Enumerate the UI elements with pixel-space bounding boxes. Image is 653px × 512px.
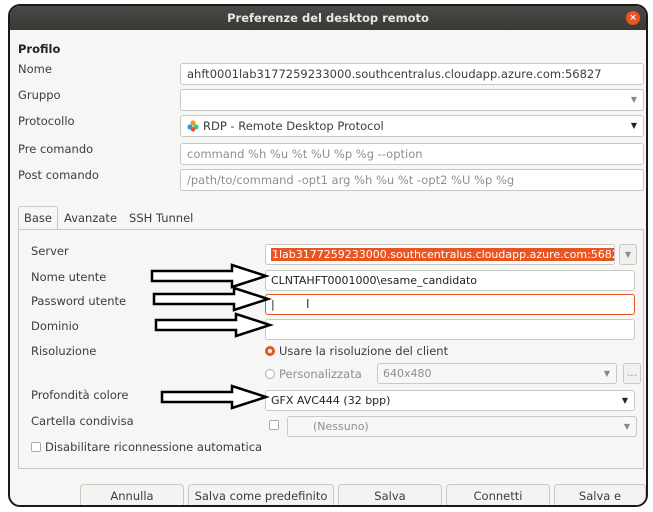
protocol-label: Protocollo bbox=[18, 114, 75, 128]
cancel-button[interactable]: Annulla bbox=[80, 484, 184, 505]
server-value: 1lab3177259233000.southcentralus.cloudap… bbox=[271, 248, 614, 261]
save-connect-button[interactable]: Salva e connetti bbox=[554, 484, 646, 505]
shared-folder-value: (Nessuno) bbox=[313, 420, 369, 433]
resolution-custom-select[interactable]: 640x480 ▼ bbox=[377, 363, 617, 384]
chevron-down-icon: ▼ bbox=[603, 369, 610, 378]
username-input[interactable]: CLNTAHFT0001000\esame_candidato bbox=[265, 270, 635, 291]
precommand-label: Pre comando bbox=[18, 142, 94, 156]
postcommand-input[interactable]: /path/to/command -opt1 arg %h %u %t -opt… bbox=[180, 169, 644, 191]
color-depth-label: Profondità colore bbox=[31, 388, 129, 402]
tab-bar: Base Avanzate SSH Tunnel bbox=[18, 206, 199, 230]
group-combo[interactable]: ▼ bbox=[180, 89, 644, 111]
password-input[interactable]: | I bbox=[265, 294, 635, 315]
disable-reconnect-checkbox[interactable]: Disabilitare riconnessione automatica bbox=[31, 440, 262, 454]
radio-unselected-icon bbox=[265, 369, 275, 379]
close-icon[interactable]: × bbox=[626, 11, 640, 25]
resolution-custom-label: Personalizzata bbox=[279, 367, 362, 381]
ibeam-cursor-icon: I bbox=[306, 297, 310, 311]
protocol-value: RDP - Remote Desktop Protocol bbox=[203, 119, 384, 133]
resolution-more-button[interactable]: ... bbox=[623, 363, 641, 384]
chevron-down-icon: ▼ bbox=[630, 121, 637, 130]
username-label: Nome utente bbox=[31, 270, 107, 284]
name-label: Nome bbox=[18, 62, 52, 76]
server-label: Server bbox=[31, 244, 69, 258]
tab-base[interactable]: Base bbox=[18, 206, 59, 230]
checkbox-icon bbox=[269, 420, 279, 430]
resolution-client-label: Usare la risoluzione del client bbox=[279, 344, 449, 358]
postcommand-label: Post comando bbox=[18, 168, 99, 182]
save-button[interactable]: Salva bbox=[338, 484, 442, 505]
profile-section-label: Profilo bbox=[18, 42, 61, 56]
tab-advanced[interactable]: Avanzate bbox=[58, 206, 123, 230]
disable-reconnect-label: Disabilitare riconnessione automatica bbox=[45, 440, 263, 454]
resolution-custom-radio[interactable]: Personalizzata bbox=[265, 367, 362, 381]
resolution-label: Risoluzione bbox=[31, 344, 97, 358]
color-depth-select[interactable]: GFX AVC444 (32 bpp) ▼ bbox=[265, 390, 635, 411]
domain-input[interactable] bbox=[265, 319, 635, 340]
annotation-arrow-icon bbox=[160, 384, 270, 410]
shared-folder-select[interactable]: (Nessuno) ▼ bbox=[287, 416, 637, 437]
resolution-client-radio[interactable]: Usare la risoluzione del client bbox=[265, 344, 448, 358]
radio-selected-icon bbox=[265, 346, 275, 356]
checkbox-icon bbox=[31, 442, 41, 452]
shared-folder-label: Cartella condivisa bbox=[31, 414, 134, 428]
window-title: Preferenze del desktop remoto bbox=[227, 11, 429, 25]
server-history-button[interactable]: ▼ bbox=[619, 244, 637, 265]
chevron-down-icon: ▼ bbox=[621, 396, 628, 405]
annotation-arrow-icon bbox=[154, 312, 274, 338]
password-label: Password utente bbox=[31, 294, 127, 308]
shared-folder-checkbox[interactable] bbox=[269, 418, 283, 432]
resolution-custom-value: 640x480 bbox=[383, 367, 432, 380]
title-bar: Preferenze del desktop remoto × bbox=[10, 6, 646, 30]
preferences-window: Preferenze del desktop remoto × Profilo … bbox=[8, 4, 648, 507]
name-input[interactable]: ahft0001lab3177259233000.southcentralus.… bbox=[180, 63, 644, 85]
rdp-protocol-icon bbox=[187, 118, 199, 132]
server-input[interactable]: 1lab3177259233000.southcentralus.cloudap… bbox=[265, 244, 615, 265]
domain-label: Dominio bbox=[31, 319, 79, 333]
annotation-arrow-icon bbox=[152, 286, 272, 312]
precommand-input[interactable]: command %h %u %t %U %p %g --option bbox=[180, 143, 644, 165]
chevron-down-icon: ▼ bbox=[630, 95, 637, 104]
save-default-button[interactable]: Salva come predefinito bbox=[188, 484, 334, 505]
connect-button[interactable]: Connetti bbox=[446, 484, 550, 505]
tab-ssh-tunnel[interactable]: SSH Tunnel bbox=[123, 206, 199, 230]
group-label: Gruppo bbox=[18, 88, 61, 102]
chevron-down-icon: ▼ bbox=[623, 422, 630, 431]
protocol-select[interactable]: RDP - Remote Desktop Protocol ▼ bbox=[180, 115, 644, 137]
chevron-down-icon: ▼ bbox=[624, 250, 632, 259]
color-depth-value: GFX AVC444 (32 bpp) bbox=[271, 394, 391, 407]
basic-panel: Server 1lab3177259233000.southcentralus.… bbox=[18, 229, 644, 469]
